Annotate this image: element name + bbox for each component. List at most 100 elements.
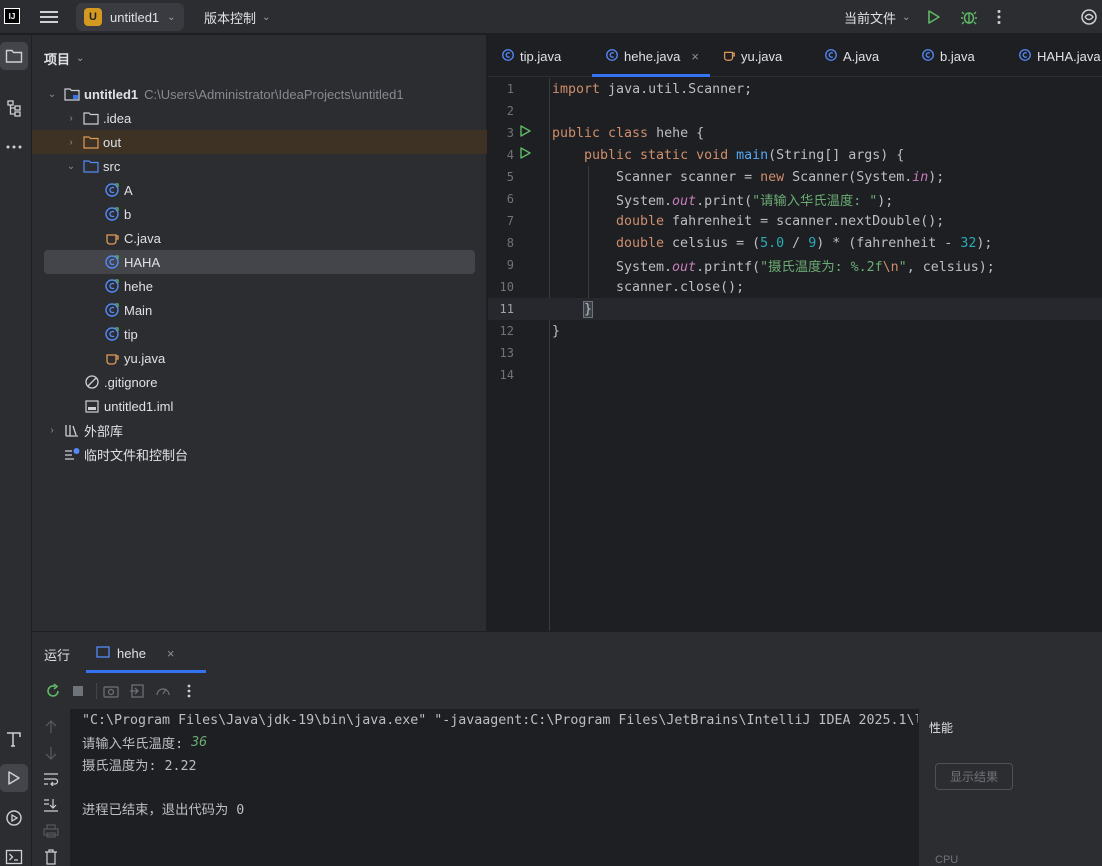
tree-item-yu-java[interactable]: yu.java — [32, 346, 487, 370]
code-token: celsius = ( — [664, 235, 761, 251]
chevron-right-icon[interactable]: › — [46, 425, 58, 436]
vcs-menu[interactable]: 版本控制 ⌄ — [204, 0, 270, 34]
run-tool-window: 运行 hehe × "C:\Program Files\Java\jdk-19\… — [32, 632, 1102, 866]
main-menu-icon[interactable] — [40, 0, 60, 34]
console-line: 摄氏温度为: 2.22 — [82, 758, 197, 774]
console-prompt: 请输入华氏温度: — [82, 736, 192, 752]
java-class-icon — [501, 48, 515, 65]
tab-a-java[interactable]: A.java — [824, 35, 879, 77]
close-icon[interactable]: × — [691, 49, 699, 64]
soft-wrap-icon[interactable] — [41, 769, 61, 789]
more-actions-icon[interactable] — [996, 0, 1002, 34]
tree-item-class-a[interactable]: A — [32, 178, 487, 202]
code-line[interactable]: 9 System.out.printf("摄氏温度为: %.2f\n", cel… — [488, 254, 1102, 276]
code-token: , celsius); — [906, 259, 995, 275]
code-line[interactable]: 6 System.out.print("请输入华氏温度: "); — [488, 188, 1102, 210]
run-gutter-icon[interactable] — [519, 147, 531, 163]
code-line[interactable]: 8 double celsius = (5.0 / 9) * (fahrenhe… — [488, 232, 1102, 254]
tree-item-out[interactable]: › out — [32, 130, 487, 154]
structure-tool-icon[interactable] — [0, 94, 28, 122]
line-number: 2 — [506, 104, 514, 118]
exit-icon[interactable] — [127, 681, 147, 701]
line-number: 13 — [499, 346, 514, 360]
code-line[interactable]: 3 public class hehe { — [488, 122, 1102, 144]
code-line[interactable]: 13 — [488, 342, 1102, 364]
camera-icon[interactable] — [101, 681, 121, 701]
more-tools-icon[interactable] — [0, 133, 28, 161]
code-line[interactable]: 12 } — [488, 320, 1102, 342]
chevron-right-icon[interactable]: › — [65, 113, 77, 124]
run-icon[interactable] — [926, 0, 942, 34]
tab-b-java[interactable]: b.java — [921, 35, 975, 77]
code-editor[interactable]: 1 import java.util.Scanner; 2 3 public c… — [488, 78, 1102, 631]
tree-item-tip[interactable]: tip — [32, 322, 487, 346]
code-token: main — [736, 147, 769, 163]
code-token: / — [784, 235, 809, 251]
services-tool-icon[interactable] — [0, 804, 28, 832]
tab-tip-java[interactable]: tip.java — [501, 35, 561, 77]
show-results-button[interactable]: 显示结果 — [935, 763, 1014, 790]
chevron-down-icon[interactable]: ⌄ — [65, 161, 77, 172]
tab-hehe-java[interactable]: hehe.java × — [592, 35, 710, 77]
line-number: 4 — [506, 148, 514, 162]
arrow-down-icon[interactable] — [41, 743, 61, 763]
code-line[interactable]: 1 import java.util.Scanner; — [488, 78, 1102, 100]
trash-icon[interactable] — [41, 847, 61, 866]
tree-item-src[interactable]: ⌄ src — [32, 154, 487, 178]
run-tool-icon[interactable] — [0, 764, 28, 792]
tree-item-untitled1[interactable]: ⌄ untitled1 C:\Users\Administrator\IdeaP… — [32, 82, 487, 106]
project-tool-icon[interactable] — [0, 42, 28, 70]
arrow-up-icon[interactable] — [41, 717, 61, 737]
run-config-selector[interactable]: 当前文件 ⌄ — [844, 0, 910, 34]
tree-item-main[interactable]: Main — [32, 298, 487, 322]
console-output[interactable]: "C:\Program Files\Java\jdk-19\bin\java.e… — [70, 709, 918, 866]
tree-item-external-libraries[interactable]: › 外部库 — [32, 418, 487, 442]
run-gutter-icon[interactable] — [519, 125, 531, 141]
excluded-folder-icon — [83, 134, 99, 150]
rerun-icon[interactable] — [43, 681, 63, 701]
tree-item-c-java[interactable]: C.java — [32, 226, 487, 250]
project-panel-header[interactable]: 项目 ⌄ — [44, 49, 84, 68]
code-line[interactable]: 10 scanner.close(); — [488, 276, 1102, 298]
print-icon[interactable] — [41, 821, 61, 841]
tree-item-iml[interactable]: untitled1.iml — [32, 394, 487, 418]
build-tool-icon[interactable] — [0, 725, 28, 753]
code-line-current[interactable]: 11 } — [488, 298, 1102, 320]
tree-item-scratches[interactable]: 临时文件和控制台 — [32, 442, 487, 466]
java-file-icon — [104, 230, 120, 246]
tree-item-hehe[interactable]: hehe — [32, 274, 487, 298]
profiler-icon[interactable] — [153, 681, 173, 701]
tree-item-label: A — [124, 182, 133, 198]
indent-guide — [588, 254, 589, 276]
tab-haha-java[interactable]: HAHA.java — [1018, 35, 1101, 77]
debug-icon[interactable] — [960, 0, 978, 34]
code-line[interactable]: 14 — [488, 364, 1102, 386]
intellij-logo-icon[interactable]: IJ — [4, 8, 20, 24]
code-line[interactable]: 5 Scanner scanner = new Scanner(System.i… — [488, 166, 1102, 188]
java-file-icon — [104, 350, 120, 366]
tree-item-class-b[interactable]: b — [32, 202, 487, 226]
run-tab-hehe[interactable]: hehe × — [86, 633, 206, 673]
run-tab-label: hehe — [117, 645, 146, 661]
close-icon[interactable]: × — [167, 646, 175, 661]
chevron-down-icon: ⌄ — [902, 11, 911, 23]
tree-item-gitignore[interactable]: .gitignore — [32, 370, 487, 394]
chevron-right-icon[interactable]: › — [65, 137, 77, 148]
more-actions-icon[interactable] — [179, 681, 199, 701]
ai-assistant-icon[interactable] — [1080, 0, 1098, 34]
code-line[interactable]: 7 double fahrenheit = scanner.nextDouble… — [488, 210, 1102, 232]
code-token: System. — [616, 259, 673, 275]
chevron-down-icon: ⌄ — [262, 11, 271, 23]
tree-item-label: 临时文件和控制台 — [84, 447, 189, 463]
chevron-down-icon[interactable]: ⌄ — [46, 89, 58, 100]
project-switcher[interactable]: U untitled1 ⌄ — [76, 3, 184, 31]
tree-item-haha[interactable]: HAHA — [44, 250, 475, 274]
terminal-tool-icon[interactable] — [0, 843, 28, 866]
code-line[interactable]: 2 — [488, 100, 1102, 122]
code-token: Scanner scanner = — [616, 169, 761, 185]
stop-icon[interactable] — [68, 681, 88, 701]
scroll-to-end-icon[interactable] — [41, 795, 61, 815]
tab-yu-java[interactable]: yu.java — [722, 35, 782, 77]
code-line[interactable]: 4 public static void main(String[] args)… — [488, 144, 1102, 166]
tree-item-idea[interactable]: › .idea — [32, 106, 487, 130]
